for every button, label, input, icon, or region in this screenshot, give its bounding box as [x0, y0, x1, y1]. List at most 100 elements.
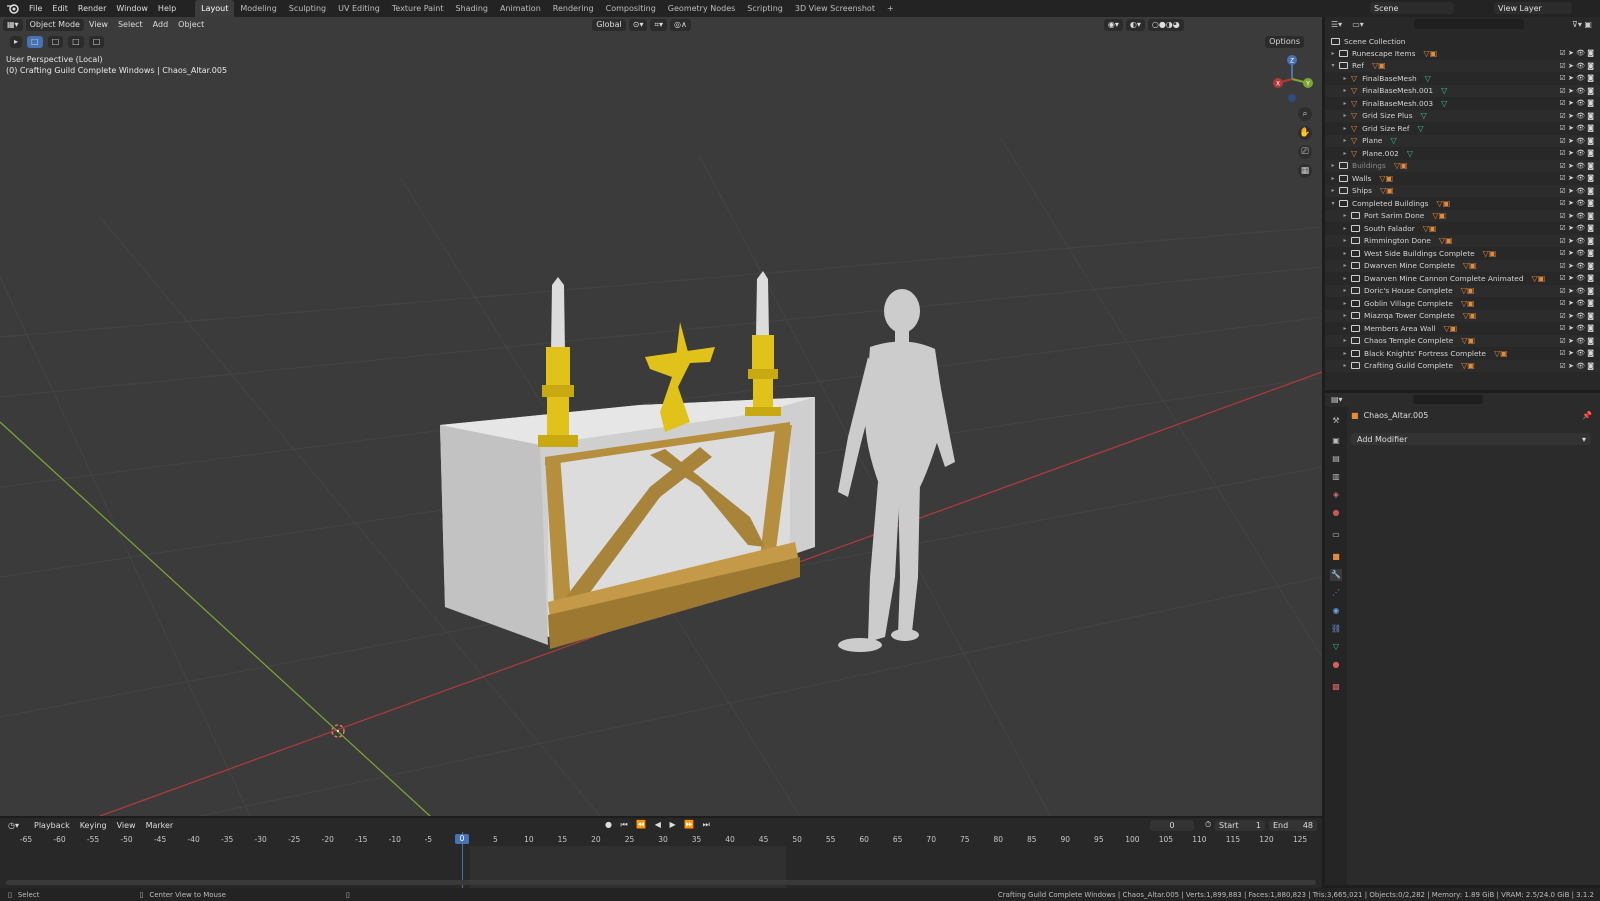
proportional-edit-icon[interactable]: ◎∧ [670, 18, 691, 31]
playhead-frame-label[interactable]: 0 [455, 834, 469, 844]
physics-tab-icon[interactable]: ◉ [1330, 605, 1342, 617]
expand-right-icon[interactable]: ▸ [1341, 212, 1349, 219]
expand-right-icon[interactable]: ▸ [1341, 312, 1349, 319]
base-mesh-figure[interactable] [838, 289, 955, 652]
child-objects-icon[interactable]: ▽▣ [1372, 61, 1386, 70]
mesh-data-icon[interactable]: ▽ [1441, 86, 1447, 95]
outliner-row[interactable]: ▸ ▽ Plane ▽ ☑ ➤ 👁 ◙ [1325, 134, 1600, 147]
child-objects-icon[interactable]: ▽▣ [1463, 261, 1477, 270]
visibility-toggles[interactable]: ☑ ➤ 👁 ◙ [1560, 124, 1595, 132]
outliner-row[interactable]: ▸ Buildings ▽▣ ☑ ➤ 👁 ◙ [1325, 159, 1600, 172]
tab-animation[interactable]: Animation [494, 0, 547, 17]
expand-down-icon[interactable]: ▾ [1329, 62, 1337, 69]
expand-right-icon[interactable]: ▸ [1341, 225, 1349, 232]
timeline-scrollbar[interactable] [6, 880, 1316, 885]
select-subtract-icon[interactable]: □ [68, 36, 84, 48]
visibility-toggles[interactable]: ☑ ➤ 👁 ◙ [1560, 49, 1595, 57]
transform-orientation-selector[interactable]: Global [592, 18, 626, 31]
child-objects-icon[interactable]: ▽▣ [1437, 199, 1451, 208]
visibility-toggles[interactable]: ☑ ➤ 👁 ◙ [1560, 199, 1595, 207]
expand-right-icon[interactable]: ▸ [1329, 162, 1337, 169]
3d-viewport[interactable]: ▦▾ Object Mode View Select Add Object Gl… [0, 17, 1322, 816]
pan-hand-icon[interactable]: ✋ [1298, 126, 1312, 140]
menu-render[interactable]: Render [73, 0, 111, 17]
visibility-toggles[interactable]: ☑ ➤ 👁 ◙ [1560, 249, 1595, 257]
child-objects-icon[interactable]: ▽▣ [1461, 336, 1475, 345]
select-intersect-icon[interactable]: □ [88, 36, 105, 48]
add-workspace-button[interactable]: + [881, 0, 900, 17]
properties-search-input[interactable] [1412, 394, 1483, 404]
tab-layout[interactable]: Layout [195, 0, 235, 17]
tab-sculpting[interactable]: Sculpting [283, 0, 332, 17]
data-tab-icon[interactable]: ▽ [1330, 641, 1342, 653]
pivot-icon[interactable]: ⊙▾ [628, 18, 648, 31]
expand-right-icon[interactable]: ▸ [1341, 125, 1349, 132]
expand-right-icon[interactable]: ▸ [1341, 325, 1349, 332]
collection-tab-icon[interactable]: ▭ [1330, 529, 1342, 541]
outliner-row[interactable]: ▸ ▽ FinalBaseMesh.001 ▽ ☑ ➤ 👁 ◙ [1325, 84, 1600, 97]
visibility-toggles[interactable]: ☑ ➤ 👁 ◙ [1560, 174, 1595, 182]
expand-right-icon[interactable]: ▸ [1341, 75, 1349, 82]
visibility-toggles[interactable]: ☑ ➤ 👁 ◙ [1560, 162, 1595, 170]
menu-help[interactable]: Help [153, 0, 181, 17]
display-mode-icon[interactable]: ▭▾ [1352, 20, 1364, 29]
outliner-editor-icon[interactable]: ☰▾ [1331, 20, 1342, 29]
child-objects-icon[interactable]: ▽▣ [1423, 49, 1437, 58]
outliner-row[interactable]: ▾ Ref ▽▣ ☑ ➤ 👁 ◙ [1325, 59, 1600, 72]
menu-file[interactable]: File [24, 0, 47, 17]
scene-selector[interactable]: Scene [1370, 2, 1454, 14]
visibility-toggles[interactable]: ☑ ➤ 👁 ◙ [1560, 224, 1595, 232]
outliner-row[interactable]: ▸ Runescape Items ▽▣ ☑ ➤ 👁 ◙ [1325, 47, 1600, 59]
editor-type-button[interactable]: ▦▾ [3, 18, 23, 31]
expand-right-icon[interactable]: ▸ [1341, 100, 1349, 107]
mode-selector[interactable]: Object Mode [25, 18, 84, 31]
outliner-row[interactable]: ▸ Rimmington Done ▽▣ ☑ ➤ 👁 ◙ [1325, 234, 1600, 247]
render-tab-icon[interactable]: ▣ [1330, 435, 1342, 447]
expand-right-icon[interactable]: ▸ [1341, 150, 1349, 157]
visibility-toggles[interactable]: ☑ ➤ 👁 ◙ [1560, 137, 1595, 145]
expand-right-icon[interactable]: ▸ [1341, 262, 1349, 269]
expand-right-icon[interactable]: ▸ [1341, 350, 1349, 357]
outliner-row[interactable]: ▾ Completed Buildings ▽▣ ☑ ➤ 👁 ◙ [1325, 197, 1600, 209]
select-extend-icon[interactable]: □ [47, 36, 64, 48]
scene-collection-row[interactable]: Scene Collection [1325, 35, 1600, 47]
navigation-gizmo[interactable]: Z Y X [1268, 53, 1318, 103]
blender-logo-icon[interactable] [6, 2, 20, 16]
tab-geometry-nodes[interactable]: Geometry Nodes [662, 0, 741, 17]
visibility-toggles[interactable]: ☑ ➤ 👁 ◙ [1560, 312, 1595, 320]
child-objects-icon[interactable]: ▽▣ [1532, 274, 1546, 283]
visibility-toggles[interactable]: ☑ ➤ 👁 ◙ [1560, 274, 1595, 282]
world-tab-icon[interactable]: ● [1330, 507, 1342, 519]
frame-ruler[interactable]: -65-60-55-50-45-40-35-30-25-20-15-10-505… [0, 818, 1322, 888]
outliner-row[interactable]: ▸ Miazrqa Tower Complete ▽▣ ☑ ➤ 👁 ◙ [1325, 309, 1600, 322]
menu-object[interactable]: Object [173, 20, 209, 29]
texture-tab-icon[interactable]: ▩ [1330, 681, 1342, 693]
mesh-data-icon[interactable]: ▽ [1441, 99, 1447, 108]
overlay-toggle-icon[interactable]: ◐▾ [1125, 18, 1145, 31]
scene-tab-icon[interactable]: ◈ [1330, 489, 1342, 501]
expand-right-icon[interactable]: ▸ [1329, 187, 1337, 194]
tool-tab-icon[interactable]: ⚒ [1330, 415, 1342, 427]
expand-down-icon[interactable]: ▾ [1329, 200, 1337, 207]
child-objects-icon[interactable]: ▽▣ [1423, 224, 1437, 233]
visibility-toggles[interactable]: ☑ ➤ 👁 ◙ [1560, 324, 1595, 332]
outliner-row[interactable]: ▸ ▽ Grid Size Plus ▽ ☑ ➤ 👁 ◙ [1325, 109, 1600, 122]
visibility-toggles[interactable]: ☑ ➤ 👁 ◙ [1560, 62, 1595, 70]
tab-uv-editing[interactable]: UV Editing [332, 0, 386, 17]
properties-editor-icon[interactable]: ▤▾ [1331, 395, 1343, 404]
expand-right-icon[interactable]: ▸ [1341, 87, 1349, 94]
child-objects-icon[interactable]: ▽▣ [1463, 311, 1477, 320]
modifier-tab-icon[interactable]: 🔧 [1330, 569, 1342, 581]
visibility-toggles[interactable]: ☑ ➤ 👁 ◙ [1560, 262, 1595, 270]
mesh-data-icon[interactable]: ▽ [1407, 149, 1413, 158]
visibility-toggles[interactable]: ☑ ➤ 👁 ◙ [1560, 87, 1595, 95]
visibility-toggles[interactable]: ☑ ➤ 👁 ◙ [1560, 112, 1595, 120]
outliner-row[interactable]: ▸ West Side Buildings Complete ▽▣ ☑ ➤ 👁 ◙ [1325, 247, 1600, 259]
outliner-row[interactable]: ▸ Dwarven Mine Cannon Complete Animated ▽▣… [1325, 272, 1600, 284]
outliner-row[interactable]: ▸ ▽ Grid Size Ref ▽ ☑ ➤ 👁 ◙ [1325, 122, 1600, 134]
outliner-row[interactable]: ▸ South Falador ▽▣ ☑ ➤ 👁 ◙ [1325, 222, 1600, 234]
tool-select-icon[interactable]: ▸ [10, 36, 23, 48]
visibility-toggles[interactable]: ☑ ➤ 👁 ◙ [1560, 349, 1595, 357]
child-objects-icon[interactable]: ▽▣ [1483, 249, 1497, 258]
pin-icon[interactable]: 📌 [1582, 411, 1592, 420]
